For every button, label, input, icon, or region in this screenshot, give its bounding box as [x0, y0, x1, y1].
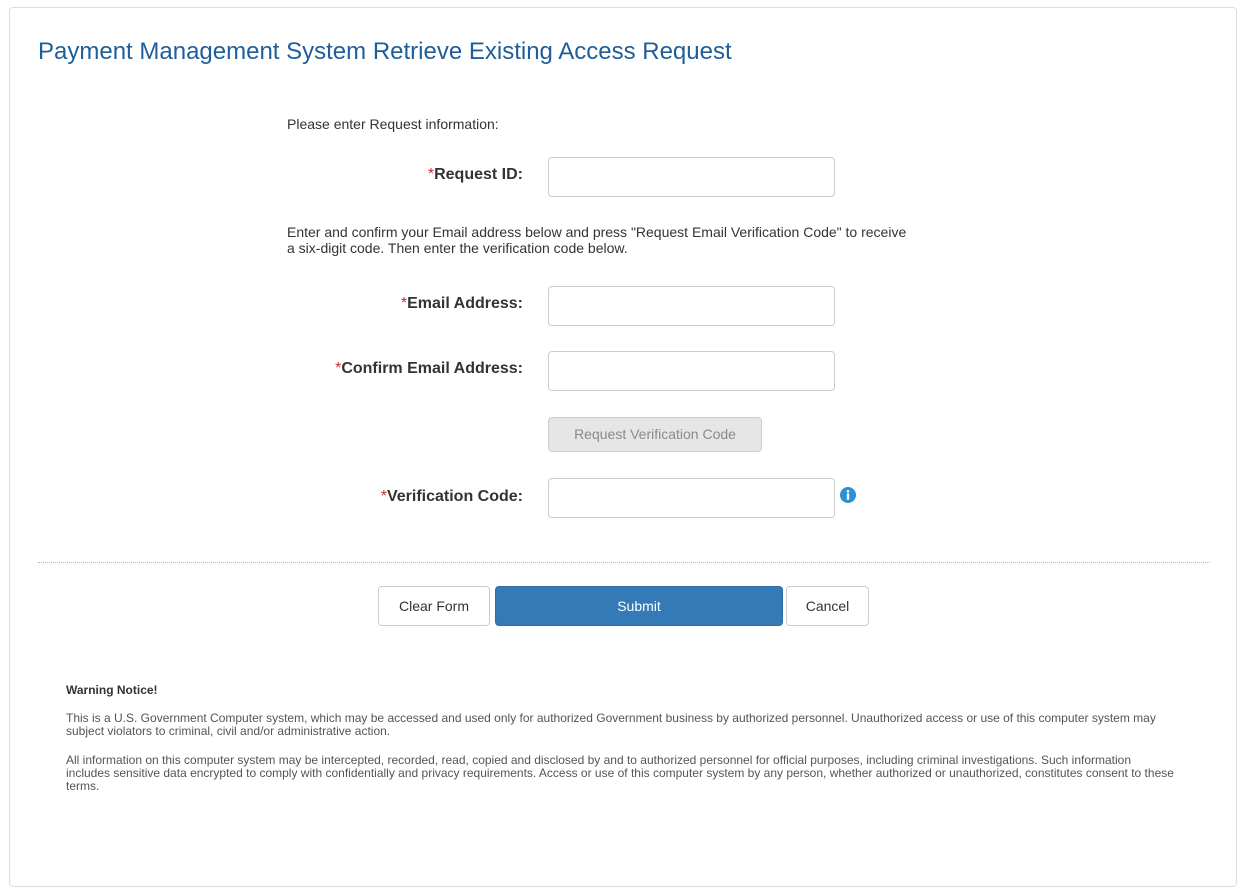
page-title: Payment Management System Retrieve Exist…: [38, 38, 732, 65]
request-verification-code-button[interactable]: Request Verification Code: [548, 417, 762, 452]
verification-code-label-text: Verification Code:: [386, 488, 523, 505]
email-address-input[interactable]: [548, 286, 835, 326]
clear-form-button[interactable]: Clear Form: [378, 586, 490, 626]
verification-code-input[interactable]: [548, 478, 835, 518]
confirm-email-label-text: Confirm Email Address:: [341, 360, 523, 377]
request-id-label: *Request ID:: [428, 166, 523, 184]
info-icon[interactable]: [840, 487, 856, 503]
warning-notice-title: Warning Notice!: [66, 683, 158, 697]
submit-button[interactable]: Submit: [495, 586, 783, 626]
email-address-label: *Email Address:: [401, 295, 523, 313]
warning-paragraph-2: All information on this computer system …: [66, 753, 1174, 793]
request-id-label-text: Request ID:: [434, 166, 523, 183]
confirm-email-label: *Confirm Email Address:: [335, 360, 523, 378]
email-instructions-text: Enter and confirm your Email address bel…: [287, 224, 907, 256]
cancel-button[interactable]: Cancel: [786, 586, 869, 626]
warning-paragraph-1: This is a U.S. Government Computer syste…: [66, 711, 1156, 738]
email-address-label-text: Email Address:: [407, 295, 523, 312]
form-intro-text: Please enter Request information:: [287, 116, 499, 132]
request-id-input[interactable]: [548, 157, 835, 197]
confirm-email-input[interactable]: [548, 351, 835, 391]
verification-code-label: *Verification Code:: [381, 488, 523, 506]
form-divider: [38, 562, 1210, 563]
